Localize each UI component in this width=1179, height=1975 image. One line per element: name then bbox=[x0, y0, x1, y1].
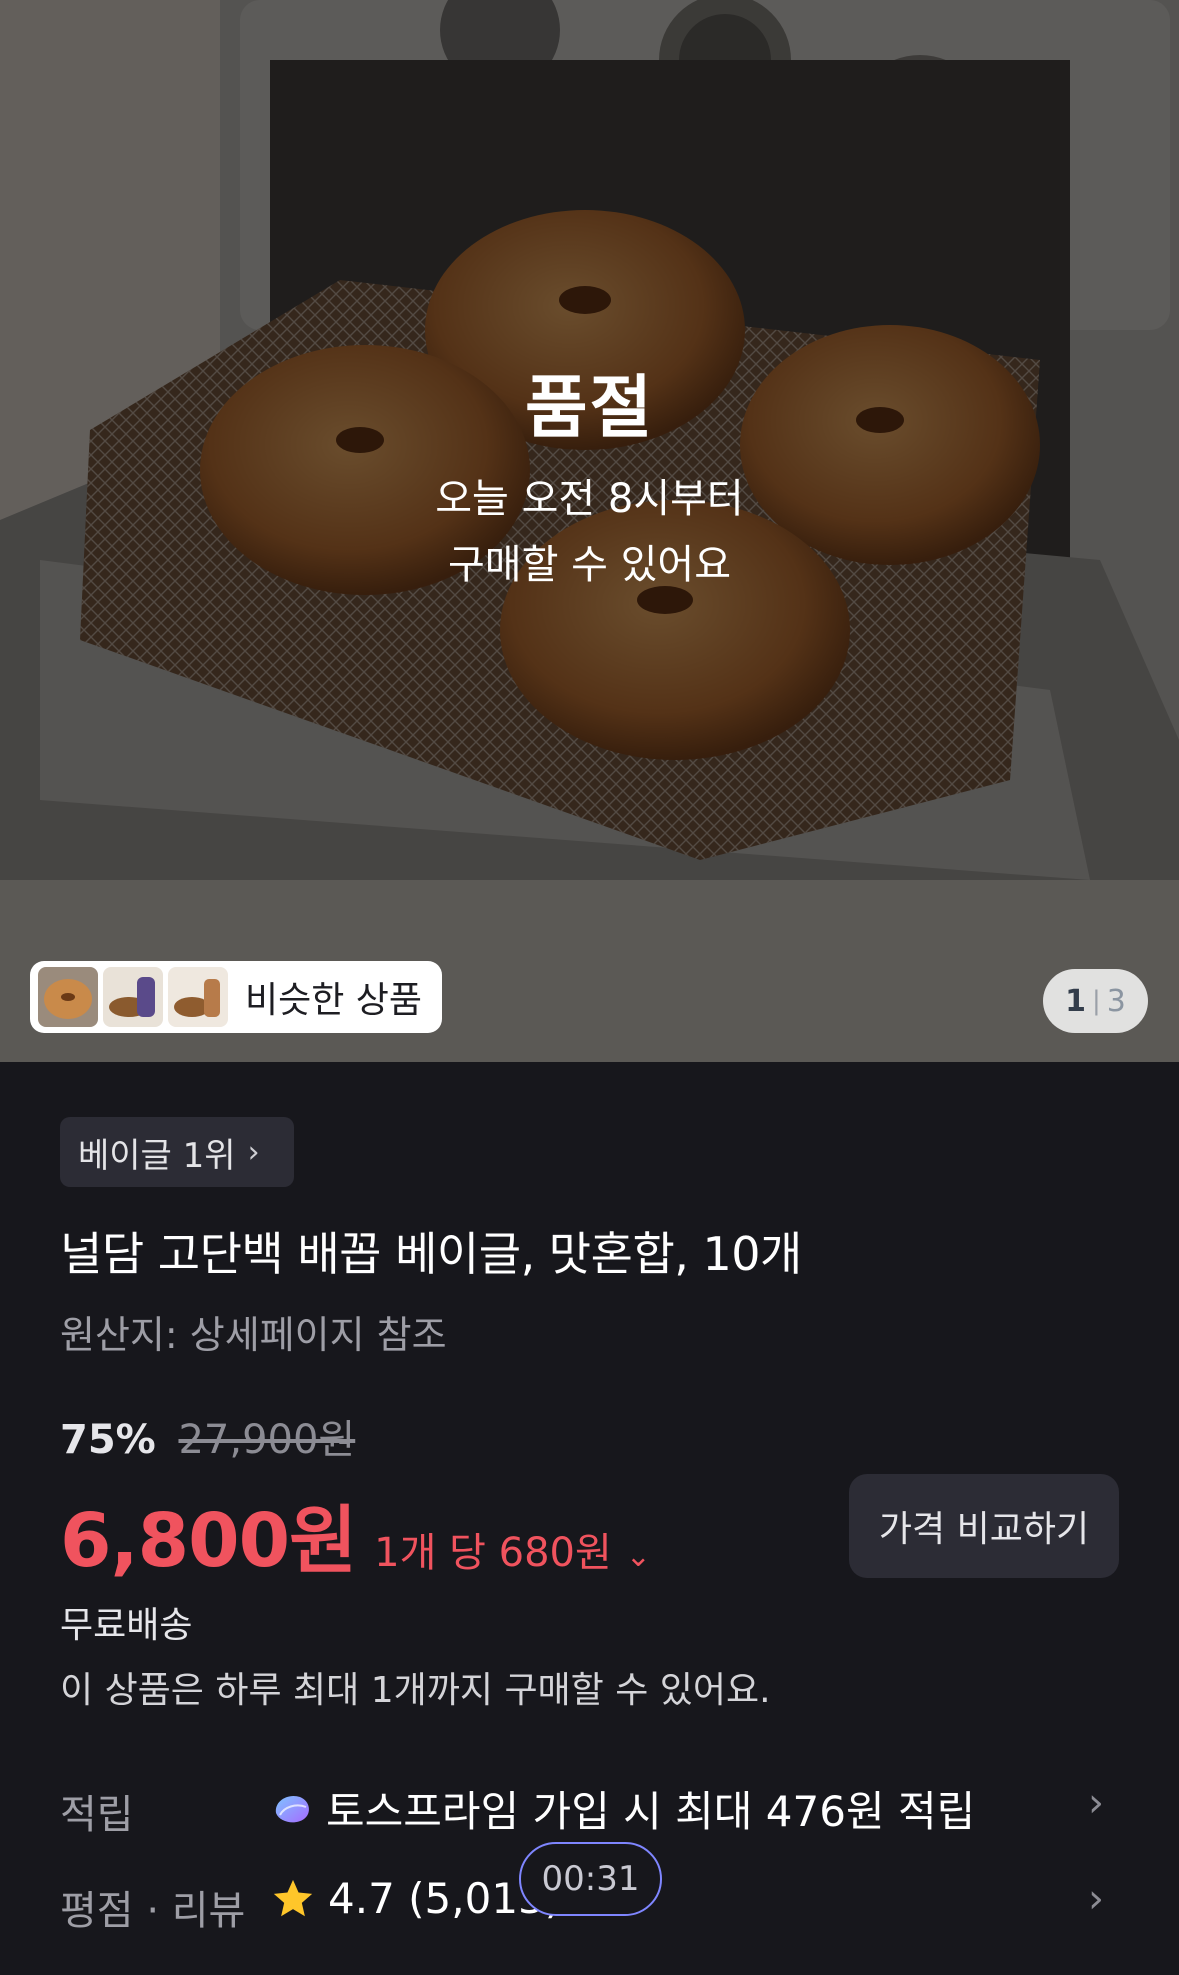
rating-row[interactable]: 4.7 (5,013) bbox=[270, 1874, 561, 1923]
similar-thumb-1 bbox=[38, 967, 98, 1027]
similar-products-button[interactable]: 비슷한 상품 bbox=[30, 961, 442, 1033]
purchase-limit-notice: 이 상품은 하루 최대 1개까지 구매할 수 있어요. bbox=[60, 1670, 771, 1711]
soldout-message: 오늘 오전 8시부터 구매할 수 있어요 bbox=[0, 466, 1179, 598]
original-price: 27,900원 bbox=[178, 1417, 356, 1463]
unit-price-toggle[interactable]: 1개 당 680원 bbox=[374, 1520, 612, 1578]
chevron-right-icon[interactable]: › bbox=[1088, 1876, 1104, 1922]
soldout-title: 품절 bbox=[524, 369, 655, 448]
pager-total: 3 bbox=[1106, 983, 1126, 1019]
sale-price: 6,800원 bbox=[60, 1498, 357, 1584]
soldout-message-line1: 오늘 오전 8시부터 bbox=[435, 476, 744, 522]
chevron-down-icon[interactable]: ⌄ bbox=[626, 1539, 651, 1574]
points-row[interactable]: 토스프라임 가입 시 최대 476원 적립 bbox=[270, 1778, 975, 1839]
pager-separator: | bbox=[1092, 986, 1101, 1016]
points-label: 적립 bbox=[60, 1792, 134, 1838]
similar-products-label: 비슷한 상품 bbox=[245, 980, 423, 1021]
category-rank-chip[interactable]: 베이글 1위 › bbox=[60, 1117, 294, 1187]
chevron-right-icon: › bbox=[247, 1134, 260, 1170]
compare-price-button[interactable]: 가격 비교하기 bbox=[849, 1474, 1119, 1578]
timer-badge[interactable]: 00:31 bbox=[519, 1842, 662, 1916]
product-image-carousel[interactable]: 품절 오늘 오전 8시부터 구매할 수 있어요 비슷한 상품 1 | 3 bbox=[0, 0, 1179, 1062]
points-value: 토스프라임 가입 시 최대 476원 적립 bbox=[326, 1787, 976, 1836]
star-icon bbox=[273, 1879, 313, 1916]
shipping-info: 무료배송 bbox=[60, 1605, 193, 1646]
product-origin: 원산지: 상세페이지 참조 bbox=[60, 1313, 447, 1357]
product-title: 널담 고단백 배꼽 베이글, 맛혼합, 10개 bbox=[60, 1227, 802, 1281]
pager-current: 1 bbox=[1065, 983, 1086, 1019]
price-row: 6,800원 1개 당 680원 ⌄ bbox=[60, 1481, 651, 1588]
toss-prime-icon bbox=[275, 1795, 309, 1822]
similar-thumb-2 bbox=[103, 967, 163, 1027]
chevron-right-icon[interactable]: › bbox=[1088, 1780, 1104, 1826]
soldout-message-line2: 구매할 수 있어요 bbox=[447, 542, 732, 588]
similar-thumb-3 bbox=[168, 967, 228, 1027]
product-page: 품절 오늘 오전 8시부터 구매할 수 있어요 비슷한 상품 1 | 3 베이글… bbox=[0, 0, 1179, 1975]
category-rank-label: 베이글 1위 bbox=[78, 1135, 236, 1176]
discount-percent: 75% bbox=[60, 1417, 156, 1463]
rating-label: 평점 · 리뷰 bbox=[60, 1888, 246, 1934]
image-pager: 1 | 3 bbox=[1043, 969, 1148, 1033]
discount-row: 75% 27,900원 bbox=[60, 1407, 355, 1465]
